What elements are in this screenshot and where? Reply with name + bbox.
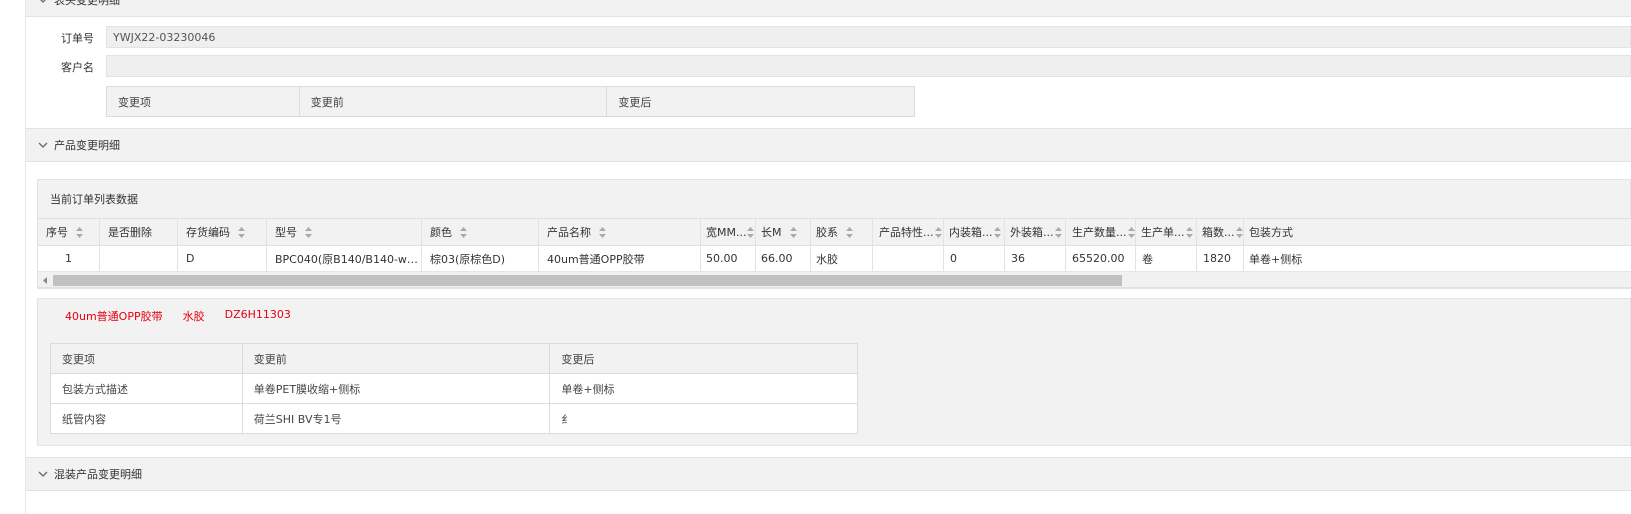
column-header-seq[interactable]: 序号 [38,219,100,245]
section-header-mixed[interactable]: 混装产品变更明细 [26,457,1631,491]
product-code-label: DZ6H11303 [224,308,291,321]
column-header-inventory-code[interactable]: 存货编码 [178,219,267,245]
column-header-inner-box[interactable]: 内装箱... [944,219,1005,245]
table-row: 纸管内容 荷兰SHI BV专1号 纟 [50,403,858,434]
section-header-top[interactable]: 表头变更明细 [26,0,1631,17]
column-header-packaging[interactable]: 包装方式 [1244,219,1630,245]
column-header-product-feature[interactable]: 产品特性... [873,219,944,245]
column-header: 变更项 [50,343,243,374]
customer-name-label: 客户名 [61,61,94,74]
cell-product-name: 40um普通OPP胶带 [539,246,701,271]
cell-outer-box: 36 [1005,246,1066,271]
column-header-model[interactable]: 型号 [267,219,422,245]
after-value: 纟 [549,403,858,434]
column-header-width[interactable]: 宽MM... [701,219,756,245]
section-header-product[interactable]: 产品变更明细 [26,128,1631,162]
cell-inner-box: 0 [944,246,1005,271]
sort-icon[interactable] [1127,226,1135,238]
sort-icon[interactable] [1185,226,1193,238]
cell-production-qty: 65520.00 [1066,246,1136,271]
cell-color: 棕03(原棕色D) [422,246,539,271]
section-title-top: 表头变更明细 [54,0,120,7]
column-header-product-name[interactable]: 产品名称 [539,219,701,245]
header-change-table: 变更项 变更前 变更后 [106,86,915,117]
column-header-color[interactable]: 颜色 [422,219,539,245]
grid-header-row: 序号 是否删除 存货编码 型号 颜色 产品名称 宽MM... 长M 胶系 产品特… [38,218,1631,246]
column-header: 变更后 [606,86,915,117]
chevron-down-icon[interactable] [36,0,50,7]
before-value: 单卷PET膜收缩+侧标 [241,373,551,404]
cell-production-unit: 卷 [1136,246,1197,271]
change-item: 纸管内容 [50,403,243,434]
cell-length: 66.00 [756,246,811,271]
sort-icon[interactable] [747,226,755,238]
cell-inventory-code: D [178,246,267,271]
sort-icon[interactable] [599,226,606,238]
sort-icon[interactable] [460,226,467,238]
sort-icon[interactable] [238,226,245,238]
sort-icon[interactable] [993,226,1001,238]
column-header: 变更后 [549,343,858,374]
change-item: 包装方式描述 [50,373,243,404]
column-header-production-qty[interactable]: 生产数量... [1066,219,1136,245]
column-header-length[interactable]: 长M [756,219,811,245]
cell-box-count: 1820 [1197,246,1244,271]
current-order-grid: 序号 是否删除 存货编码 型号 颜色 产品名称 宽MM... 长M 胶系 产品特… [38,218,1631,272]
table-row[interactable]: 1 D BPC040(原B140/B140-w/B... 棕03(原棕色D) 4… [38,246,1631,272]
order-number-field[interactable]: YWJX22-03230046 [106,26,1631,48]
sort-icon[interactable] [1054,226,1062,238]
panel-title: 当前订单列表数据 [50,193,138,206]
cell-width: 50.00 [701,246,756,271]
sort-icon[interactable] [305,226,312,238]
cell-model: BPC040(原B140/B140-w/B... [267,246,422,271]
cell-seq: 1 [38,246,100,271]
scroll-left-arrow-icon[interactable] [41,276,50,285]
sort-icon[interactable] [789,226,797,238]
chevron-down-icon[interactable] [36,467,50,481]
horizontal-scrollbar[interactable] [38,273,1631,288]
column-header-outer-box[interactable]: 外装箱... [1005,219,1066,245]
scrollbar-thumb[interactable] [53,275,1122,286]
customer-name-field[interactable] [106,55,1631,77]
column-header-deleted[interactable]: 是否删除 [100,219,178,245]
table-row: 包装方式描述 单卷PET膜收缩+侧标 单卷+侧标 [50,373,858,404]
order-number-label: 订单号 [61,32,94,45]
after-value: 单卷+侧标 [549,373,858,404]
sort-icon[interactable] [934,226,942,238]
product-change-title: 40um普通OPP胶带 水胶 DZ6H11303 [65,308,291,324]
product-name-label: 40um普通OPP胶带 [65,310,163,323]
chevron-down-icon[interactable] [36,138,50,152]
column-header-glue[interactable]: 胶系 [811,219,873,245]
cell-glue: 水胶 [811,246,873,271]
cell-packaging: 单卷+侧标 [1249,252,1303,266]
product-change-table: 变更项 变更前 变更后 包装方式描述 单卷PET膜收缩+侧标 单卷+侧标 纸管内… [50,343,858,434]
glue-label: 水胶 [182,310,205,323]
column-header-box-count[interactable]: 箱数... [1197,219,1244,245]
column-header: 变更项 [106,86,300,117]
column-header: 变更前 [298,86,608,117]
left-gutter [0,0,26,514]
column-header-production-unit[interactable]: 生产单... [1136,219,1197,245]
section-title-product: 产品变更明细 [54,139,120,152]
sort-icon[interactable] [1235,226,1243,238]
cell-product-feature [873,246,944,271]
before-value: 荷兰SHI BV专1号 [241,403,551,434]
section-title-mixed: 混装产品变更明细 [54,468,142,481]
sort-icon[interactable] [76,226,83,238]
column-header: 变更前 [241,343,551,374]
sort-icon[interactable] [846,226,853,238]
cell-deleted [100,246,178,271]
